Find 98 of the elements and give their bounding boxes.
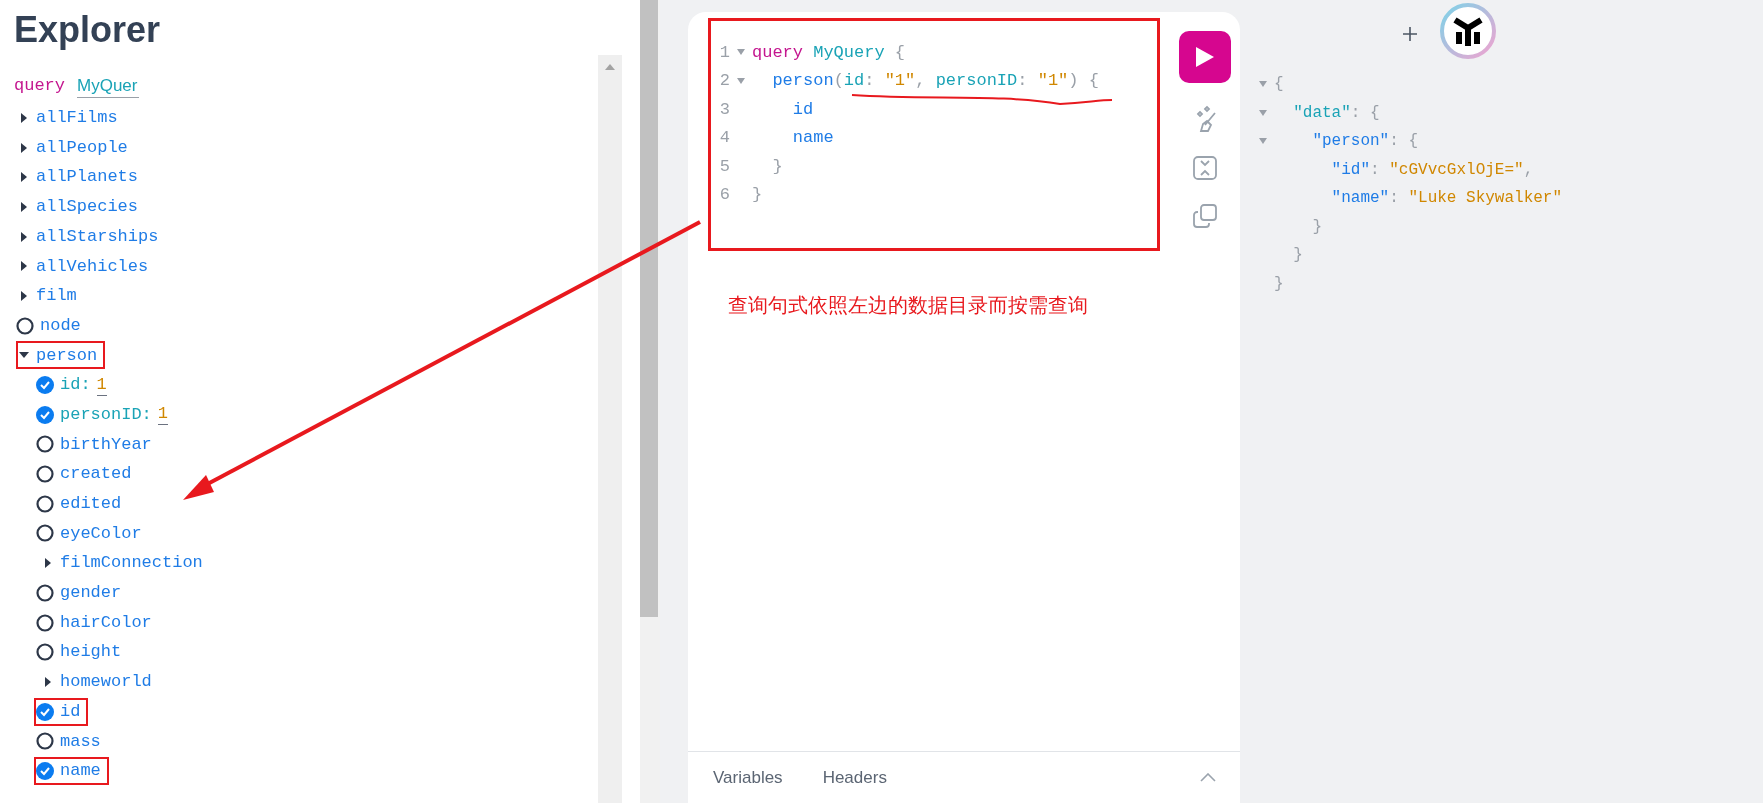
fold-icon[interactable]: [737, 49, 745, 56]
line-number: 3: [718, 98, 730, 121]
field-name: filmConnection: [60, 552, 203, 575]
line-number: 6: [718, 184, 730, 206]
checked-checkbox[interactable]: [36, 702, 54, 721]
annotation-box[interactable]: id: [34, 697, 89, 726]
field-name: gender: [60, 582, 122, 605]
merge-icon[interactable]: [1192, 155, 1218, 181]
field-name: allFilms: [36, 107, 118, 130]
checkbox[interactable]: [36, 732, 54, 751]
field-name: allVehicles: [36, 255, 149, 278]
panel-title: Explorer: [14, 8, 161, 52]
field-name: allStarships: [36, 225, 159, 248]
field-row[interactable]: mass: [34, 727, 109, 756]
field-row[interactable]: height: [34, 638, 130, 667]
field-name: hairColor: [60, 611, 152, 634]
code-line: }: [1292, 245, 1303, 267]
line-number: 1: [718, 41, 730, 64]
checkbox[interactable]: [36, 435, 54, 454]
code-line: "name": "Luke Skywalker": [1330, 188, 1563, 210]
field-name: person: [36, 344, 98, 367]
scrollbar-thumb[interactable]: [640, 0, 658, 617]
chevron-up-icon[interactable]: [1200, 773, 1216, 782]
field-name: film: [36, 285, 77, 308]
code-line: }: [1311, 216, 1322, 238]
checkbox[interactable]: [36, 524, 54, 543]
field-name: eyeColor: [60, 522, 142, 545]
operation-name-field[interactable]: MyQuer: [77, 74, 140, 98]
field-row[interactable]: film: [16, 281, 85, 310]
field-name: homeworld: [60, 671, 152, 694]
field-name: allSpecies: [36, 196, 139, 219]
field-name: node: [40, 314, 81, 337]
checkbox[interactable]: [36, 613, 54, 632]
checkbox[interactable]: [36, 643, 54, 662]
line-number: 4: [718, 127, 730, 149]
code-line: }: [752, 184, 763, 206]
logo-icon[interactable]: [1439, 2, 1497, 60]
code-line: }: [771, 155, 783, 178]
checkbox[interactable]: [16, 316, 34, 335]
checkbox[interactable]: [36, 494, 54, 513]
run-button[interactable]: [1179, 31, 1231, 83]
line-number: 2: [718, 70, 730, 92]
plus-icon[interactable]: [1403, 27, 1417, 41]
field-name: mass: [60, 730, 101, 753]
field-row[interactable]: eyeColor: [34, 519, 150, 548]
checked-checkbox[interactable]: [36, 761, 54, 780]
field-name: id: [60, 700, 81, 723]
code-line: "id": "cGVvcGxlOjE=",: [1330, 159, 1534, 181]
argument-label: id:: [60, 374, 91, 397]
field-name: name: [60, 760, 101, 783]
field-name: height: [60, 641, 122, 664]
field-row[interactable]: created: [34, 460, 140, 489]
argument-value-field[interactable]: 1: [96, 374, 107, 396]
field-name: allPlanets: [36, 166, 139, 189]
field-row[interactable]: personID: 1: [34, 400, 176, 429]
field-row[interactable]: allPeople: [16, 133, 136, 162]
field-row[interactable]: allFilms: [16, 103, 126, 132]
field-name: edited: [60, 493, 122, 516]
code-line: query MyQuery {: [752, 41, 906, 64]
field-name: allPeople: [36, 136, 128, 159]
code-line: }: [1274, 273, 1284, 295]
code-line: person(id: "1", personID: "1") {: [771, 70, 1099, 92]
field-row[interactable]: gender: [34, 578, 130, 607]
checkbox[interactable]: [36, 583, 54, 602]
code-line: name: [791, 127, 834, 149]
line-number: 5: [718, 155, 730, 178]
panel-tab[interactable]: Variables: [713, 764, 783, 791]
code-line: "data": {: [1292, 102, 1380, 124]
field-row[interactable]: hairColor: [34, 608, 160, 637]
code-line: {: [1274, 74, 1284, 96]
code-line: id: [791, 98, 814, 121]
field-name: created: [60, 463, 132, 486]
code-line: "person": {: [1311, 131, 1419, 153]
annotation-box[interactable]: person: [16, 341, 106, 370]
checked-checkbox[interactable]: [36, 405, 54, 424]
argument-label: personID:: [60, 403, 152, 426]
copy-icon[interactable]: [1192, 203, 1218, 229]
annotation-note: 查询句式依照左边的数据目录而按需查询: [727, 293, 1089, 318]
annotation-box[interactable]: name: [34, 756, 109, 785]
field-row[interactable]: homeworld: [40, 667, 160, 696]
field-row[interactable]: allVehicles: [16, 252, 157, 281]
panel-tab[interactable]: Headers: [822, 764, 887, 791]
field-row[interactable]: edited: [34, 489, 130, 518]
field-row[interactable]: birthYear: [34, 430, 160, 459]
fold-icon[interactable]: [737, 77, 745, 84]
scrollbar-track[interactable]: [598, 55, 622, 803]
field-row[interactable]: allPlanets: [16, 163, 147, 192]
field-row[interactable]: allSpecies: [16, 192, 147, 221]
argument-value-field[interactable]: 1: [157, 404, 168, 426]
play-icon: [1196, 47, 1214, 67]
field-row[interactable]: id: 1: [34, 371, 115, 400]
field-row[interactable]: filmConnection: [40, 549, 211, 578]
operation-keyword: query: [14, 75, 65, 98]
field-row[interactable]: allStarships: [16, 222, 167, 251]
checked-checkbox[interactable]: [36, 376, 54, 395]
field-row[interactable]: node: [14, 311, 89, 340]
checkbox[interactable]: [36, 465, 54, 484]
field-name: birthYear: [60, 433, 152, 456]
